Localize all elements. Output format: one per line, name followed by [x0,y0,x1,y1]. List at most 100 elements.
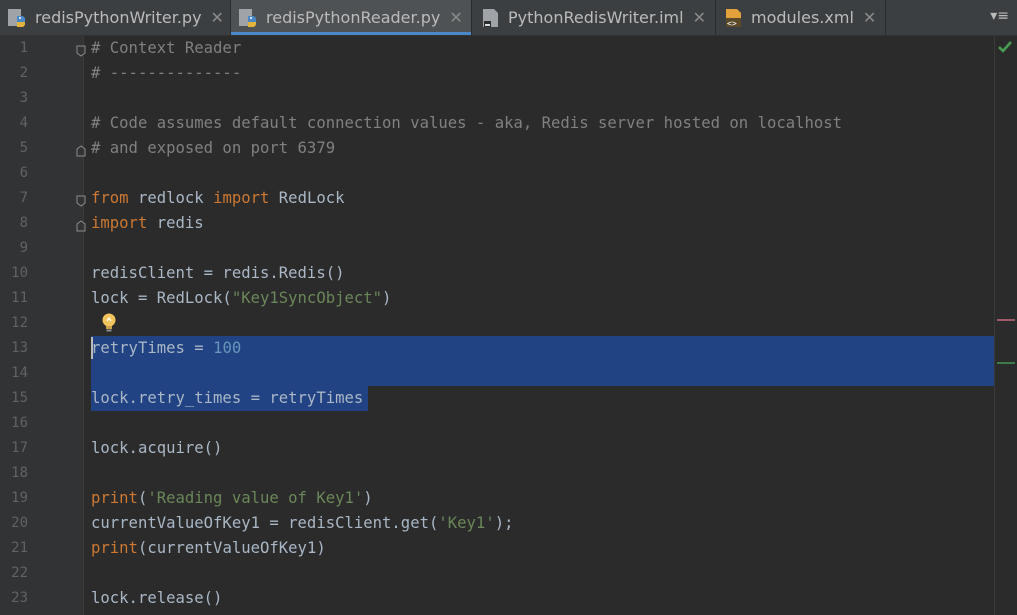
tab-pythonrediswriter-iml[interactable]: PythonRedisWriter.iml ✕ [473,0,716,35]
tab-modules-xml[interactable]: <> modules.xml ✕ [716,0,886,35]
tab-close-icon[interactable]: ✕ [693,8,706,27]
code-text: print(currentValueOfKey1) [91,536,326,561]
code-text: redisClient = redis.Redis() [91,261,344,286]
line-number: 2 [19,65,28,81]
code-token: lock.release() [91,589,223,607]
code-line[interactable]: 19 print('Reading value of Key1') [0,486,995,511]
line-number: 19 [11,490,28,506]
iml-file-icon [480,7,502,29]
code-fold-icon[interactable] [76,192,86,207]
tab-close-icon[interactable]: ✕ [211,8,224,27]
line-number: 15 [11,390,28,406]
code-editor[interactable]: 1 # Context Reader 2 # -------------- 3 4 # Co… [0,36,1017,615]
line-number: 1 [19,40,28,56]
code-line[interactable]: 3 [0,86,995,111]
code-token: 'Reading value of Key1' [147,489,364,507]
line-number: 3 [19,90,28,106]
code-line[interactable]: 13 retryTimes = 100 [0,336,995,361]
code-line[interactable]: 8 import redis [0,211,995,236]
code-line[interactable]: 17 lock.acquire() [0,436,995,461]
code-token: lock.acquire() [91,439,223,457]
code-text: # Code assumes default connection values… [91,111,842,136]
tab-list-menu-icon[interactable]: ▾≡ [990,8,1009,24]
code-line[interactable]: 9 [0,236,995,261]
code-line[interactable]: 7 from redlock import RedLock [0,186,995,211]
code-token: RedLock [269,189,345,207]
code-token: # and exposed on port 6379 [91,139,336,157]
code-line[interactable]: 4 # Code assumes default connection value… [0,111,995,136]
code-text: # Context Reader [91,36,241,61]
tab-redispythonwriter-py[interactable]: redisPythonWriter.py ✕ [0,0,231,35]
code-fold-icon[interactable] [76,217,86,232]
tab-close-icon[interactable]: ✕ [449,8,462,27]
code-token: lock.retry_times = retryTimes [91,389,364,407]
editor-tab-bar: ▾≡ redisPythonWriter.py ✕ redisPythonReade… [0,0,1017,36]
code-fold-icon[interactable] [76,142,86,157]
code-line[interactable]: 6 [0,161,995,186]
code-line[interactable]: 20 currentValueOfKey1 = redisClient.get('… [0,511,995,536]
code-line[interactable]: 14 [0,361,995,386]
line-number: 10 [11,265,28,281]
code-line[interactable]: 21 print(currentValueOfKey1) [0,536,995,561]
code-text: lock = RedLock("Key1SyncObject") [91,286,391,311]
code-text: lock.acquire() [91,436,222,461]
line-number: 21 [11,540,28,556]
editor-scrollbar[interactable] [994,36,1017,615]
code-text: import redis [91,211,204,236]
code-token: (currentValueOfKey1) [137,539,326,557]
xml-file-icon: <> [723,7,745,29]
line-number: 4 [19,115,28,131]
line-number: 16 [11,415,28,431]
line-number: 17 [11,440,28,456]
code-token: redis [147,214,204,232]
code-token: redisClient = redis.Redis() [91,264,345,282]
code-token: 100 [213,339,242,357]
code-text: from redlock import RedLock [91,186,345,211]
change-marker-green [997,362,1015,364]
code-token: ( [137,489,148,507]
code-token: "Key1SyncObject" [231,289,383,307]
code-token: redlock [128,189,214,207]
intention-lightbulb-icon[interactable] [99,312,119,334]
code-fold-icon[interactable] [76,42,86,57]
line-number: 12 [11,315,28,331]
code-text: lock.release() [91,586,222,611]
line-number: 9 [19,240,28,256]
code-token: import [91,214,148,232]
code-line[interactable]: 16 [0,411,995,436]
code-token: import [213,189,270,207]
code-token: ) [363,489,373,507]
svg-text:<>: <> [727,19,737,28]
code-line[interactable]: 10 redisClient = redis.Redis() [0,261,995,286]
code-token: currentValueOfKey1 = redisClient.get( [91,514,439,532]
code-token: ); [494,514,514,532]
line-number: 13 [11,340,28,356]
line-number: 8 [19,215,28,231]
line-number: 14 [11,365,28,381]
code-line[interactable]: 11 lock = RedLock("Key1SyncObject") [0,286,995,311]
code-line[interactable]: 5 # and exposed on port 6379 [0,136,995,161]
code-token: ) [382,289,392,307]
tab-redispythonreader-py[interactable]: redisPythonReader.py ✕ [231,0,472,35]
code-token: # Code assumes default connection values… [91,114,843,132]
code-line[interactable]: 15 lock.retry_times = retryTimes [0,386,995,411]
code-line[interactable]: 12 [0,311,995,336]
line-number: 18 [11,465,28,481]
line-number: 20 [11,515,28,531]
text-caret [91,337,93,359]
python-file-icon [238,7,260,29]
code-token: retryTimes = [91,339,214,357]
code-line[interactable]: 18 [0,461,995,486]
tab-close-icon[interactable]: ✕ [863,8,876,27]
code-token: # -------------- [91,64,242,82]
code-line[interactable]: 22 [0,561,995,586]
code-line[interactable]: 23 lock.release() [0,586,995,611]
code-text: retryTimes = 100 [91,336,241,361]
code-line[interactable]: 1 # Context Reader [0,36,995,61]
line-number: 11 [11,290,28,306]
code-token: print [91,489,138,507]
code-line[interactable]: 2 # -------------- [0,61,995,86]
line-number: 6 [19,165,28,181]
code-token: lock = RedLock( [91,289,232,307]
tab-label: modules.xml [751,8,854,27]
